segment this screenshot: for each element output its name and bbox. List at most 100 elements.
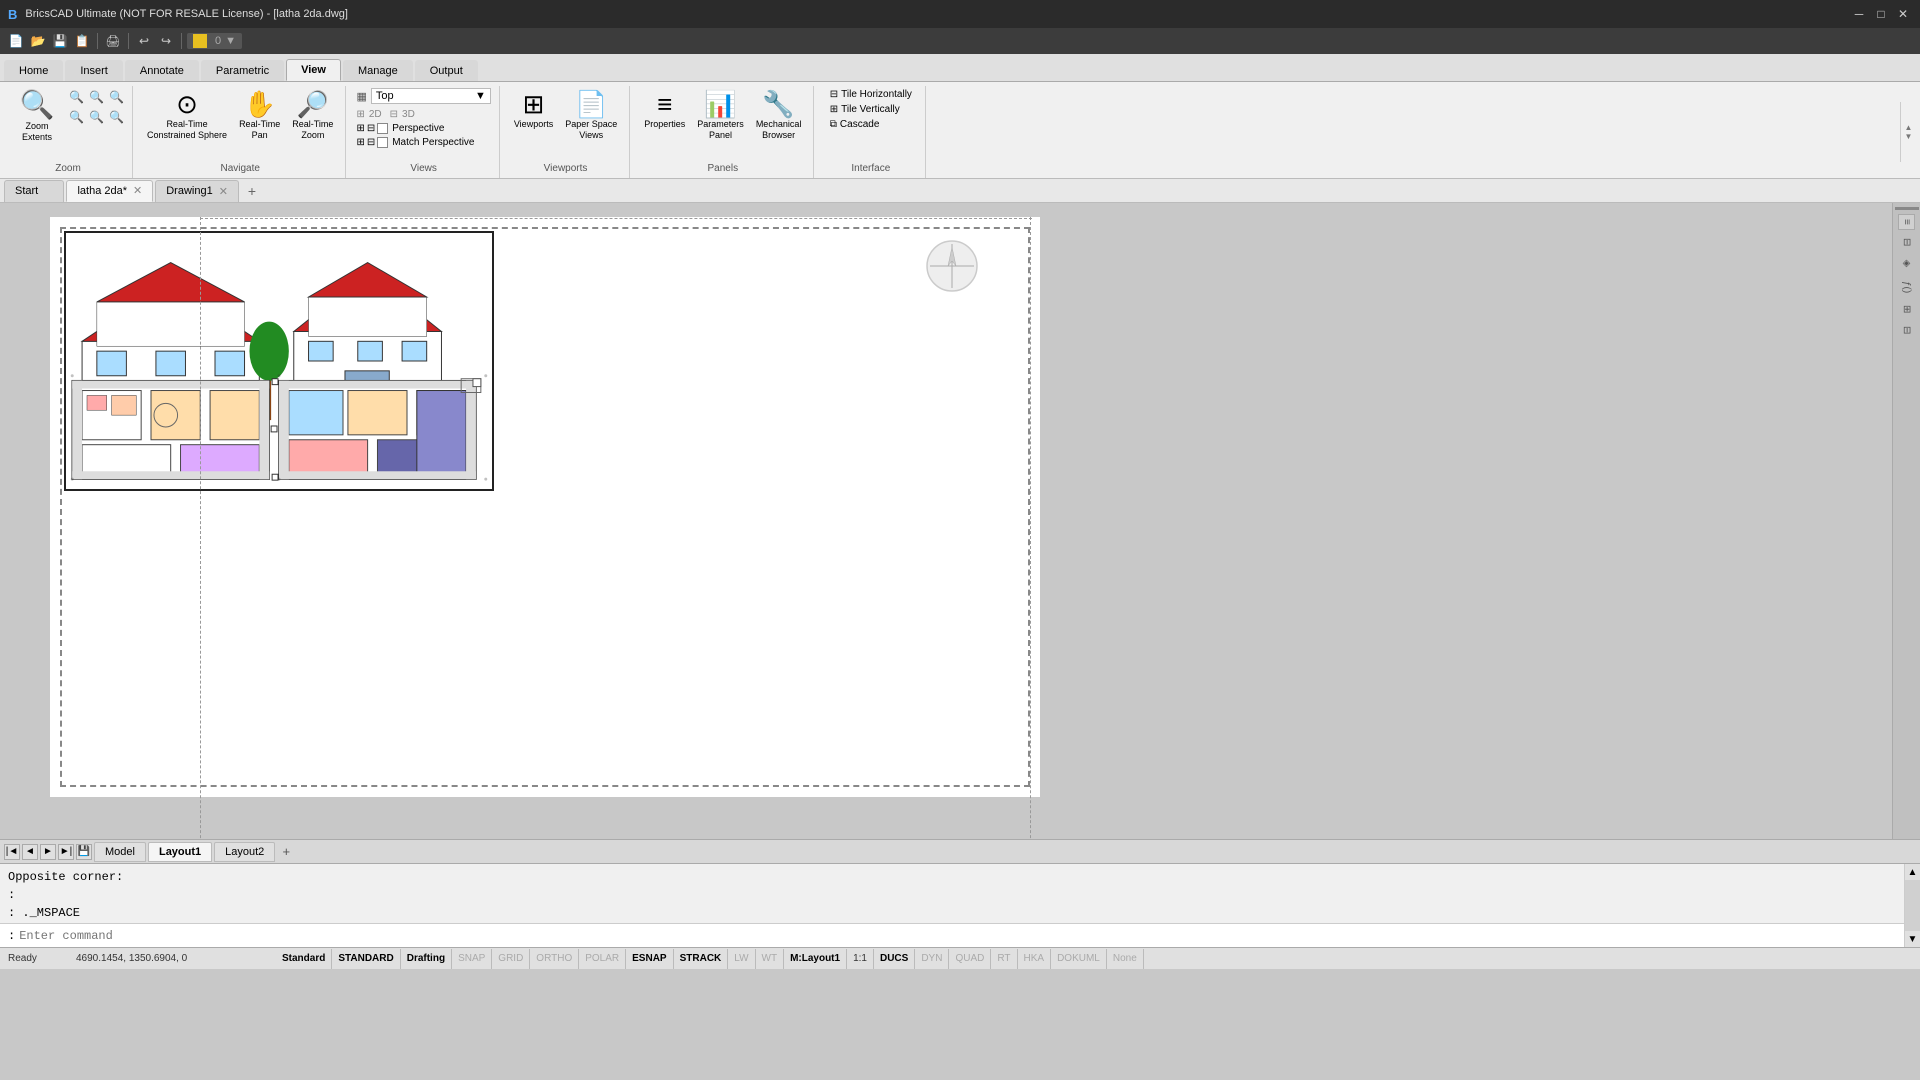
tab-home[interactable]: Home: [4, 60, 63, 81]
tab-annotate[interactable]: Annotate: [125, 60, 199, 81]
status-dyn-btn[interactable]: DYN: [915, 949, 949, 969]
status-hka-btn[interactable]: HKA: [1018, 949, 1052, 969]
layout-nav-next[interactable]: ►: [40, 844, 56, 860]
cascade-button[interactable]: ⧉ Cascade: [827, 118, 883, 131]
zoom-btn-5[interactable]: 🔍: [86, 108, 104, 126]
status-standard2-btn[interactable]: STANDARD: [332, 949, 400, 969]
doc-tab-latha2da[interactable]: latha 2da* ✕: [66, 180, 153, 202]
layout-tab-layout1[interactable]: Layout1: [148, 842, 212, 862]
qa-undo-button[interactable]: ↩: [134, 31, 154, 51]
status-ratio-btn[interactable]: 1:1: [847, 949, 874, 969]
qa-save-as-button[interactable]: 📋: [72, 31, 92, 51]
tab-insert[interactable]: Insert: [65, 60, 123, 81]
layout-tab-layout2[interactable]: Layout2: [214, 842, 275, 862]
realtime-zoom-button[interactable]: 🔎 Real-TimeZoom: [288, 88, 337, 144]
status-wt-btn[interactable]: WT: [756, 949, 785, 969]
viewports-button[interactable]: ⊞ Viewports: [510, 88, 557, 133]
ribbon-group-viewports: ⊞ Viewports 📄 Paper SpaceViews Viewports: [502, 86, 630, 178]
status-mlayout-btn[interactable]: M:Layout1: [784, 949, 847, 969]
maximize-button[interactable]: □: [1872, 5, 1890, 23]
constrained-sphere-button[interactable]: ⊙ Real-TimeConstrained Sphere: [143, 88, 231, 144]
zoom-extents-button[interactable]: 🔍 ZoomExtents: [12, 88, 62, 146]
view-dropdown[interactable]: Top ▼: [371, 88, 491, 104]
zoom-btn-6[interactable]: 🔍: [106, 108, 124, 126]
command-input[interactable]: [19, 929, 1896, 943]
realtime-pan-button[interactable]: ✋ Real-TimePan: [235, 88, 284, 144]
qa-open-button[interactable]: 📂: [28, 31, 48, 51]
qa-redo-button[interactable]: ↪: [156, 31, 176, 51]
status-rt-btn[interactable]: RT: [991, 949, 1017, 969]
zoom-btn-3[interactable]: 🔍: [106, 88, 124, 106]
status-none-btn[interactable]: None: [1107, 949, 1144, 969]
function-panel-button[interactable]: ƒ(): [1899, 277, 1914, 297]
right-panel-drag-handle[interactable]: [1895, 207, 1919, 210]
scroll-track[interactable]: [1905, 880, 1920, 931]
qa-layer-dropdown[interactable]: 0 ▼: [187, 33, 242, 49]
status-quad-btn[interactable]: QUAD: [949, 949, 991, 969]
status-ducs-btn[interactable]: DUCS: [874, 949, 915, 969]
status-lw-btn[interactable]: LW: [728, 949, 755, 969]
status-snap-btn[interactable]: SNAP: [452, 949, 492, 969]
status-dokuml-btn[interactable]: DOKUML: [1051, 949, 1107, 969]
tab-manage[interactable]: Manage: [343, 60, 413, 81]
doc-tab-drawing1[interactable]: Drawing1 ✕: [155, 180, 239, 202]
layout-nav-last[interactable]: ►|: [58, 844, 74, 860]
qa-print-button[interactable]: 🖨: [103, 31, 123, 51]
mechanical-browser-button[interactable]: 🔧 MechanicalBrowser: [752, 88, 806, 144]
status-ortho-btn[interactable]: ORTHO: [530, 949, 579, 969]
layout-nav-prev[interactable]: ◄: [22, 844, 38, 860]
status-esnap-btn[interactable]: ESNAP: [626, 949, 673, 969]
compass-rose: [925, 239, 980, 294]
parameters-panel-button[interactable]: 📊 ParametersPanel: [693, 88, 748, 144]
latha2da-tab-close[interactable]: ✕: [133, 184, 142, 197]
2d-icon: ⊞: [356, 109, 364, 120]
layout-nav-first[interactable]: |◄: [4, 844, 20, 860]
tab-output[interactable]: Output: [415, 60, 478, 81]
status-grid-btn[interactable]: GRID: [492, 949, 530, 969]
close-button[interactable]: ✕: [1894, 5, 1912, 23]
tile-horizontally-button[interactable]: ⊟ Tile Horizontally: [827, 88, 915, 101]
match-perspective-checkbox[interactable]: [377, 137, 388, 148]
canvas-area[interactable]: [0, 203, 1892, 839]
layout-save-btn[interactable]: 💾: [76, 844, 92, 860]
minimize-button[interactable]: ─: [1850, 5, 1868, 23]
add-layout-button[interactable]: +: [277, 843, 295, 861]
ribbon-collapse-button[interactable]: ▲▼: [1900, 102, 1916, 162]
status-standard-btn[interactable]: Standard: [276, 949, 332, 969]
scroll-up-button[interactable]: ▲: [1905, 864, 1920, 880]
status-strack-btn[interactable]: STRACK: [674, 949, 729, 969]
zoom-extents-label: ZoomExtents: [22, 121, 52, 143]
ribbon-group-zoom: 🔍 ZoomExtents 🔍 🔍 🔍 🔍 🔍 🔍 Z: [4, 86, 133, 178]
properties-panel-button[interactable]: ⊟: [1899, 234, 1914, 250]
main-area: ≡ ⊟ ◈ ƒ() ⊞ ⊟: [0, 203, 1920, 839]
window-controls: ─ □ ✕: [1850, 5, 1912, 23]
ribbon: Home Insert Annotate Parametric View Man…: [0, 54, 1920, 179]
tab-view[interactable]: View: [286, 59, 341, 81]
ribbon-tabs: Home Insert Annotate Parametric View Man…: [0, 54, 1920, 82]
tab-parametric[interactable]: Parametric: [201, 60, 284, 81]
status-drafting-btn[interactable]: Drafting: [401, 949, 452, 969]
settings-panel-button[interactable]: ⊟: [1899, 322, 1914, 338]
3d-label: 3D: [402, 109, 415, 120]
paper-space-views-button[interactable]: 📄 Paper SpaceViews: [561, 88, 621, 144]
snap-panel-button[interactable]: ◈: [1899, 254, 1914, 273]
doc-tab-start[interactable]: Start ✕: [4, 180, 64, 202]
qa-save-button[interactable]: 💾: [50, 31, 70, 51]
properties-button[interactable]: ≡ Properties: [640, 88, 689, 133]
zoom-btn-4[interactable]: 🔍: [66, 108, 84, 126]
layers-panel-button[interactable]: ≡: [1898, 214, 1915, 230]
new-tab-button[interactable]: +: [241, 180, 263, 202]
zoom-btn-1[interactable]: 🔍: [66, 88, 84, 106]
view-dropdown-row: ▦ Top ▼: [356, 88, 490, 104]
match-persp-icon: ⊞: [356, 137, 364, 148]
drawing1-tab-close[interactable]: ✕: [219, 185, 228, 198]
status-polar-btn[interactable]: POLAR: [579, 949, 626, 969]
grid-panel-button[interactable]: ⊞: [1899, 301, 1914, 317]
perspective-checkbox[interactable]: [377, 123, 388, 134]
tile-vertically-button[interactable]: ⊞ Tile Vertically: [827, 103, 903, 116]
layout-tab-model[interactable]: Model: [94, 842, 146, 862]
3d-icon: ⊟: [390, 109, 398, 120]
scroll-down-button[interactable]: ▼: [1905, 931, 1920, 947]
qa-new-button[interactable]: 📄: [6, 31, 26, 51]
zoom-btn-2[interactable]: 🔍: [86, 88, 104, 106]
